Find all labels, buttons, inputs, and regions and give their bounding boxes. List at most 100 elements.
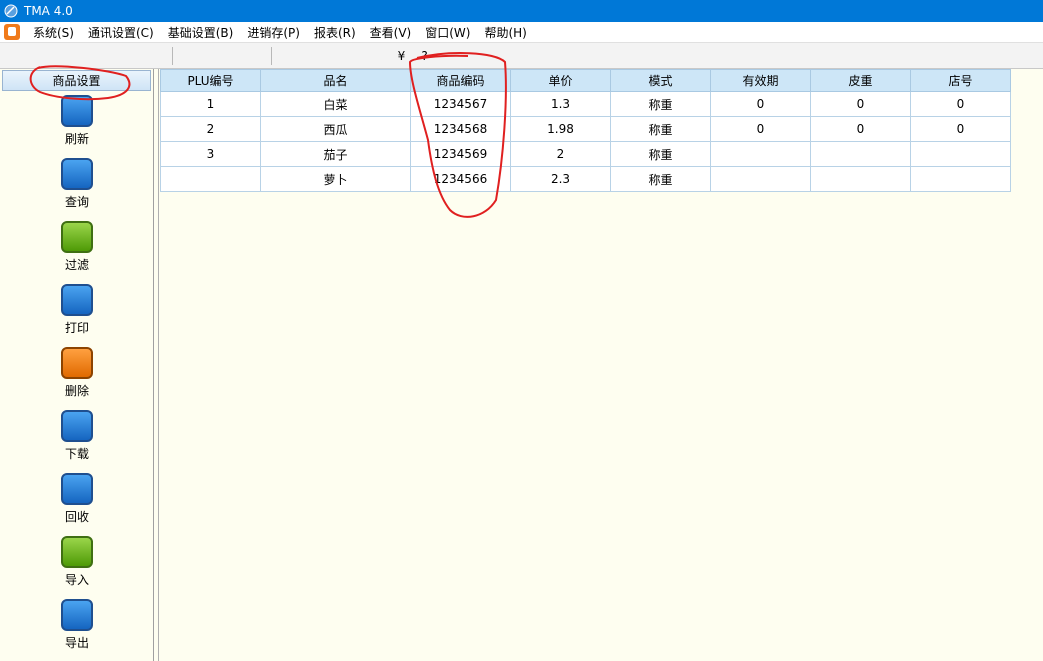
table-row[interactable]: 1 白菜 1234567 1.3 称重 0 0 0 [160, 91, 1011, 117]
table-cell[interactable]: 0 [910, 116, 1011, 142]
table-cell[interactable]: 称重 [610, 91, 711, 117]
grid-column-header[interactable]: 单价 [510, 69, 611, 92]
sidebar-button-camera[interactable]: 打印 [0, 284, 154, 336]
table-cell[interactable]: 0 [710, 116, 811, 142]
svg-text:?: ? [421, 48, 428, 63]
sidebar-button-double-chevron-down[interactable]: 导入 [0, 536, 154, 588]
grid-column-header[interactable]: 店号 [910, 69, 1011, 92]
table-cell[interactable]: 1.98 [510, 116, 611, 142]
table-cell[interactable]: 2 [510, 141, 611, 167]
sidebar-button-double-chevron-up[interactable]: 导出 [0, 599, 154, 651]
sidebar-button-icon-box[interactable] [61, 95, 93, 127]
menu-item-0[interactable]: 系统(S) [26, 24, 81, 41]
table-cell[interactable] [810, 166, 911, 192]
toolbar-button-info[interactable] [77, 45, 100, 67]
sidebar-button-globe[interactable]: 过滤 [0, 221, 154, 273]
toolbar-button-currency[interactable]: ¥ [390, 45, 413, 67]
table-cell[interactable]: 0 [810, 116, 911, 142]
toolbar-button-settings[interactable] [146, 45, 169, 67]
table-cell[interactable]: 称重 [610, 166, 711, 192]
table-cell[interactable]: 0 [710, 91, 811, 117]
menu-item-4[interactable]: 报表(R) [307, 24, 363, 41]
table-cell[interactable]: 2.3 [510, 166, 611, 192]
toolbar-button-tool[interactable] [31, 45, 54, 67]
toolbar-button-play[interactable] [199, 45, 222, 67]
table-cell[interactable]: 2 [160, 116, 261, 142]
table-cell[interactable] [160, 166, 261, 192]
table-cell[interactable]: 1.3 [510, 91, 611, 117]
table-cell[interactable]: 萝卜 [260, 166, 411, 192]
sidebar-button-icon-box[interactable] [61, 410, 93, 442]
toolbar-button-database[interactable] [245, 45, 268, 67]
sidebar-button-search[interactable]: 查询 [0, 158, 154, 210]
table-cell[interactable]: 白菜 [260, 91, 411, 117]
table-cell[interactable]: 西瓜 [260, 116, 411, 142]
table-row[interactable]: 2 西瓜 1234568 1.98 称重 0 0 0 [160, 116, 1011, 142]
table-cell[interactable]: 称重 [610, 116, 711, 142]
toolbar-button-clock[interactable] [123, 45, 146, 67]
menu-item-7[interactable]: 帮助(H) [477, 24, 533, 41]
toolbar-button-star[interactable] [8, 45, 31, 67]
grid-column-header[interactable]: 皮重 [810, 69, 911, 92]
table-cell[interactable]: 1234568 [410, 116, 511, 142]
table-cell[interactable]: 称重 [610, 141, 711, 167]
grid-column-header[interactable]: 商品编码 [410, 69, 511, 92]
table-cell[interactable] [910, 166, 1011, 192]
menu-item-6[interactable]: 窗口(W) [418, 24, 477, 41]
document-window-icon[interactable] [4, 24, 20, 40]
table-row[interactable]: 萝卜 1234566 2.3 称重 [160, 166, 1011, 192]
help-icon: ? [421, 49, 427, 63]
table-cell[interactable]: 茄子 [260, 141, 411, 167]
table-cell[interactable] [710, 166, 811, 192]
sidebar-button-icon-box[interactable] [61, 536, 93, 568]
sidebar-button-icon-box[interactable] [61, 158, 93, 190]
toolbar-button-book-refresh[interactable] [298, 45, 321, 67]
toolbar-button-chart[interactable] [367, 45, 390, 67]
sidebar-button-label: 导入 [64, 573, 89, 587]
sidebar-button-icon-box[interactable] [61, 347, 93, 379]
table-cell[interactable]: 1234566 [410, 166, 511, 192]
menu-item-3[interactable]: 进销存(P) [240, 24, 307, 41]
sidebar-button-icon-box[interactable] [61, 221, 93, 253]
toolbar-button-book[interactable] [275, 45, 298, 67]
toolbar-separator [271, 46, 272, 65]
table-cell[interactable]: 0 [910, 91, 1011, 117]
menu-item-1[interactable]: 通讯设置(C) [81, 24, 161, 41]
splitter[interactable] [154, 69, 159, 661]
table-row[interactable]: 3 茄子 1234569 2 称重 [160, 141, 1011, 167]
table-cell[interactable]: 1234569 [410, 141, 511, 167]
table-cell[interactable]: 3 [160, 141, 261, 167]
table-cell[interactable]: 0 [810, 91, 911, 117]
sidebar-button-refresh[interactable]: 刷新 [0, 95, 154, 147]
toolbar: ¥? [0, 43, 1043, 69]
sidebar-button-label: 回收 [64, 510, 89, 524]
toolbar-button-book-user[interactable] [344, 45, 367, 67]
toolbar-button-help[interactable]: ? [413, 45, 436, 67]
grid-column-header[interactable]: PLU编号 [160, 69, 261, 92]
sidebar-button-icon-box[interactable] [61, 473, 93, 505]
menu-item-2[interactable]: 基础设置(B) [161, 24, 241, 41]
toolbar-button-book-arrow[interactable] [321, 45, 344, 67]
sidebar-button-label: 下载 [64, 447, 89, 461]
table-cell[interactable] [710, 141, 811, 167]
svg-text:¥: ¥ [397, 48, 406, 63]
toolbar-button-refresh[interactable] [222, 45, 245, 67]
table-cell[interactable] [810, 141, 911, 167]
table-cell[interactable] [910, 141, 1011, 167]
table-cell[interactable]: 1234567 [410, 91, 511, 117]
menu-item-5[interactable]: 查看(V) [363, 24, 419, 41]
toolbar-button-key[interactable] [54, 45, 77, 67]
grid-column-header[interactable]: 模式 [610, 69, 711, 92]
sidebar-button-icon-box[interactable] [61, 599, 93, 631]
toolbar-button-add[interactable] [176, 45, 199, 67]
sidebar-button-icon-box[interactable] [61, 284, 93, 316]
grid-column-header[interactable]: 有效期 [710, 69, 811, 92]
grid-column-header[interactable]: 品名 [260, 69, 411, 92]
sidebar-button-arrow-up[interactable]: 回收 [0, 473, 154, 525]
sidebar-header-product-settings[interactable]: 商品设置 [2, 70, 151, 91]
toolbar-button-document[interactable] [100, 45, 123, 67]
table-cell[interactable]: 1 [160, 91, 261, 117]
sidebar-button-arrow-down[interactable]: 下载 [0, 410, 154, 462]
toolbar-separator [172, 46, 173, 65]
sidebar-button-close[interactable]: 删除 [0, 347, 154, 399]
